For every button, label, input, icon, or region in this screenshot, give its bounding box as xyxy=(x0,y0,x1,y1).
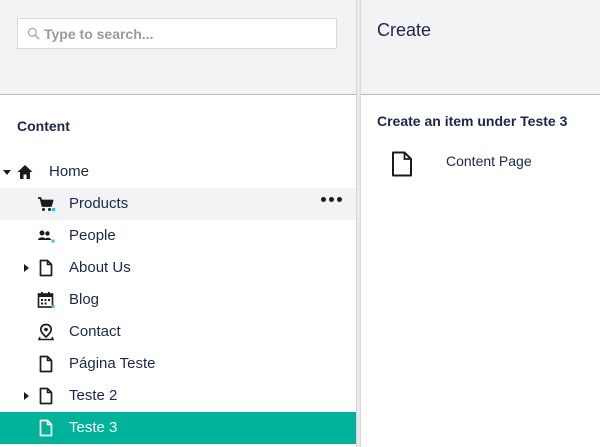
shopping-cart-icon xyxy=(37,195,55,213)
tree-item-label: People xyxy=(69,227,116,244)
tree-item-label: Contact xyxy=(69,323,121,340)
content-tree-panel: Content Home Products xyxy=(0,0,356,447)
tree-header xyxy=(0,0,356,95)
create-header: Create xyxy=(361,0,600,95)
create-panel: Create Create an item under Teste 3 Cont… xyxy=(361,0,600,447)
document-icon xyxy=(392,151,412,177)
search-input[interactable] xyxy=(44,25,324,42)
tree-item-people[interactable]: People xyxy=(0,220,356,252)
tree-title: Content xyxy=(17,118,70,134)
document-icon xyxy=(37,419,55,437)
create-title: Create xyxy=(377,20,432,40)
tree-item-teste-2[interactable]: Teste 2 xyxy=(0,380,356,412)
tree-item-products[interactable]: Products xyxy=(0,188,356,220)
document-icon xyxy=(37,387,55,405)
tree-item-label: Teste 3 xyxy=(69,419,118,436)
tree-item-label: Products xyxy=(69,195,129,212)
tree-item-label: Página Teste xyxy=(69,355,156,372)
tree-item-label: Home xyxy=(49,163,90,180)
search-box[interactable] xyxy=(17,18,337,49)
tree-item-label: Blog xyxy=(69,291,100,308)
create-item-label: Content Page xyxy=(446,153,532,169)
caret-right-icon[interactable] xyxy=(24,392,29,400)
tree-item-about-us[interactable]: About Us xyxy=(0,252,356,284)
calendar-icon xyxy=(37,291,55,309)
tree-item-home[interactable]: Home xyxy=(0,156,356,188)
caret-right-icon[interactable] xyxy=(24,264,29,272)
tree-item-pagina-teste[interactable]: Página Teste xyxy=(0,348,356,380)
create-subtitle: Create an item under Teste 3 xyxy=(377,113,568,129)
map-pin-icon xyxy=(37,323,55,341)
home-icon xyxy=(16,163,34,181)
document-icon xyxy=(37,259,55,277)
more-actions-icon[interactable] xyxy=(321,197,342,202)
users-icon xyxy=(37,227,55,245)
content-tree: Home Products People About Us Blog Conta… xyxy=(0,156,356,444)
search-icon xyxy=(27,27,40,40)
tree-item-teste-3[interactable]: Teste 3 xyxy=(0,412,356,444)
document-icon xyxy=(37,355,55,373)
tree-item-contact[interactable]: Contact xyxy=(0,316,356,348)
tree-item-label: Teste 2 xyxy=(69,387,118,404)
create-item-content-page[interactable]: Content Page xyxy=(377,145,587,179)
tree-item-label: About Us xyxy=(69,259,131,276)
caret-down-icon[interactable] xyxy=(3,170,11,175)
tree-item-blog[interactable]: Blog xyxy=(0,284,356,316)
